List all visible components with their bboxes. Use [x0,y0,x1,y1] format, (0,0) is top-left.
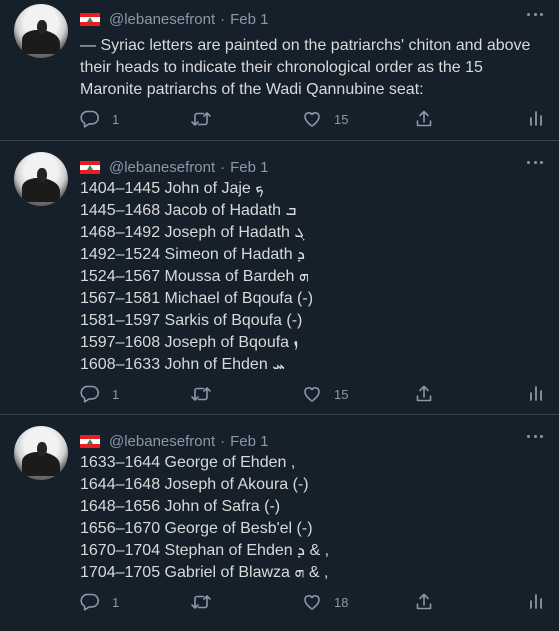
like-button[interactable]: 18 [302,592,348,612]
tweet-line: 1656–1670 George of Besb'el (-) [80,520,313,537]
analytics-button[interactable] [526,384,546,404]
tweet-text: 1633–1644 George of Ehden , 1644–1648 Jo… [80,452,548,584]
tweet-header: @lebanesefront · Feb 1 [80,10,269,28]
like-button[interactable]: 15 [302,384,348,404]
retweet-button[interactable] [190,384,224,404]
speech-bubble-icon [80,110,99,128]
tweet-line: 1581–1597 Sarkis of Bqoufa (-) [80,312,303,329]
tweet-2[interactable]: @lebanesefront · Feb 1 1404–1445 John of… [0,148,559,414]
tweet-header: @lebanesefront · Feb 1 [80,158,269,176]
tweet-line: 1633–1644 George of Ehden , [80,454,296,471]
separator-dot: · [220,10,226,28]
tweet-actions: 1 15 [80,384,550,404]
reply-button[interactable]: 1 [80,384,119,404]
tweet-line: 1492–1524 Simeon of Hadath ܕ [80,246,305,263]
analytics-button[interactable] [526,592,546,612]
share-button[interactable] [414,384,434,404]
tweet-line: their heads to indicate their chronologi… [80,59,483,76]
bar-chart-icon [530,111,542,126]
tweet-actions: 1 18 [80,592,550,612]
retweet-button[interactable] [190,592,224,612]
tweet-divider [0,140,559,141]
bar-chart-icon [530,386,542,401]
reply-count: 1 [112,594,120,610]
share-upload-icon [416,385,432,402]
tweet-line: 1404–1445 John of Jaje ܟ [80,180,264,197]
tweet-line: 1597–1608 Joseph of Bqoufa ܙ [80,334,299,351]
tweet-header: @lebanesefront · Feb 1 [80,432,269,450]
tweet-line: 1644–1648 Joseph of Akoura (-) [80,476,309,493]
user-handle[interactable]: @lebanesefront [109,433,215,450]
tweet-line: Maronite patriarchs of the Wadi Qannubin… [80,81,424,98]
share-upload-icon [416,593,432,610]
avatar[interactable] [14,152,68,206]
reply-count: 1 [112,386,120,402]
user-handle[interactable]: @lebanesefront [109,159,215,176]
avatar[interactable] [14,426,68,480]
avatar[interactable] [14,4,68,58]
like-button[interactable]: 15 [302,109,348,129]
like-count: 15 [334,111,349,127]
tweet-line: — Syriac letters are painted on the patr… [80,37,531,54]
like-count: 15 [334,386,349,402]
tweet-3[interactable]: @lebanesefront · Feb 1 1633–1644 George … [0,422,559,631]
retweet-button[interactable] [190,109,224,129]
user-handle[interactable]: @lebanesefront [109,11,215,28]
separator-dot: · [220,158,226,176]
tweet-1[interactable]: @lebanesefront · Feb 1 — Syriac letters … [0,0,559,140]
more-dots-icon[interactable] [525,156,545,168]
share-button[interactable] [414,109,434,129]
tweet-date[interactable]: Feb 1 [230,159,268,176]
lebanon-flag-icon [80,160,100,174]
like-count: 18 [334,594,349,610]
heart-icon [304,595,320,610]
tweet-line: 1608–1633 John of Ehden ܚ [80,356,285,373]
lebanon-flag-icon [80,434,100,448]
tweet-line: 1524–1567 Moussa of Bardeh ܗ [80,268,309,285]
reply-button[interactable]: 1 [80,109,119,129]
tweet-line: 1567–1581 Michael of Bqoufa (-) [80,290,314,307]
speech-bubble-icon [80,385,99,403]
tweet-date[interactable]: Feb 1 [230,11,268,28]
reply-count: 1 [112,111,120,127]
tweet-line: 1468–1492 Joseph of Hadath ܓ [80,224,305,241]
tweet-divider [0,414,559,415]
share-button[interactable] [414,592,434,612]
retweet-arrows-icon [191,595,211,609]
reply-button[interactable]: 1 [80,592,119,612]
retweet-arrows-icon [191,112,211,126]
more-dots-icon[interactable] [525,8,545,20]
tweet-line: 1648–1656 John of Safra (-) [80,498,281,515]
tweet-line: 1445–1468 Jacob of Hadath ܒ [80,202,297,219]
heart-icon [304,387,320,402]
tweet-line: 1670–1704 Stephan of Ehden ܕ & , [80,542,330,559]
tweet-line: 1704–1705 Gabriel of Blawza ܗ & , [80,564,329,581]
lebanon-flag-icon [80,12,100,26]
bar-chart-icon [530,594,542,609]
tweet-date[interactable]: Feb 1 [230,433,268,450]
more-dots-icon[interactable] [525,430,545,442]
retweet-arrows-icon [191,387,211,401]
separator-dot: · [220,432,226,450]
speech-bubble-icon [80,593,99,611]
tweet-text: 1404–1445 John of Jaje ܟ 1445–1468 Jacob… [80,178,548,376]
heart-icon [304,112,320,127]
tweet-actions: 1 15 [80,109,550,129]
share-upload-icon [416,110,432,127]
tweet-text: — Syriac letters are painted on the patr… [80,35,548,101]
analytics-button[interactable] [526,109,546,129]
